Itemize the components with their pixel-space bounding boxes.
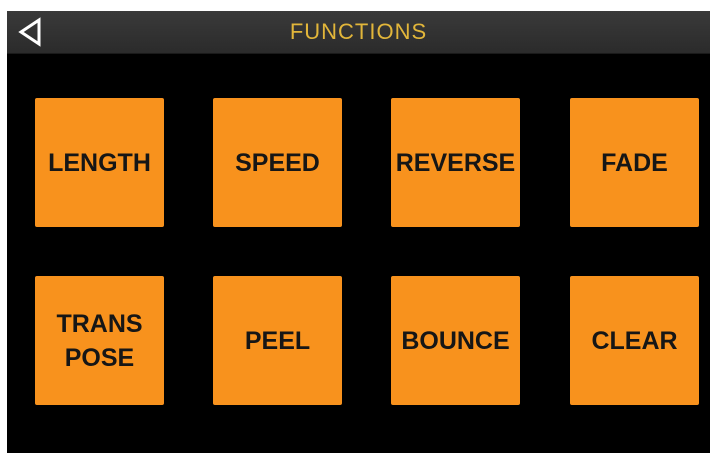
back-triangle-icon: [18, 17, 41, 47]
peel-button[interactable]: PEEL: [213, 276, 342, 405]
page-title: FUNCTIONS: [289, 19, 428, 44]
transpose-button[interactable]: TRANS POSE: [35, 276, 164, 405]
bounce-button[interactable]: BOUNCE: [391, 276, 520, 405]
reverse-button-label: REVERSE: [395, 148, 516, 177]
length-button[interactable]: LENGTH: [35, 98, 164, 227]
functions-screen: FUNCTIONS LENGTH SPEED REVERSE FADE TRAN…: [7, 11, 710, 453]
back-button[interactable]: [13, 15, 47, 49]
reverse-button[interactable]: REVERSE: [391, 98, 520, 227]
speed-button-label: SPEED: [235, 148, 320, 177]
top-bar: FUNCTIONS: [7, 11, 710, 54]
clear-button[interactable]: CLEAR: [570, 276, 699, 405]
speed-button[interactable]: SPEED: [213, 98, 342, 227]
fade-button[interactable]: FADE: [570, 98, 699, 227]
peel-button-label: PEEL: [244, 326, 311, 355]
fade-button-label: FADE: [601, 148, 668, 177]
length-button-label: LENGTH: [48, 148, 151, 177]
bounce-button-label: BOUNCE: [401, 326, 510, 355]
clear-button-label: CLEAR: [591, 326, 678, 355]
transpose-button-label: TRANS POSE: [56, 309, 143, 372]
